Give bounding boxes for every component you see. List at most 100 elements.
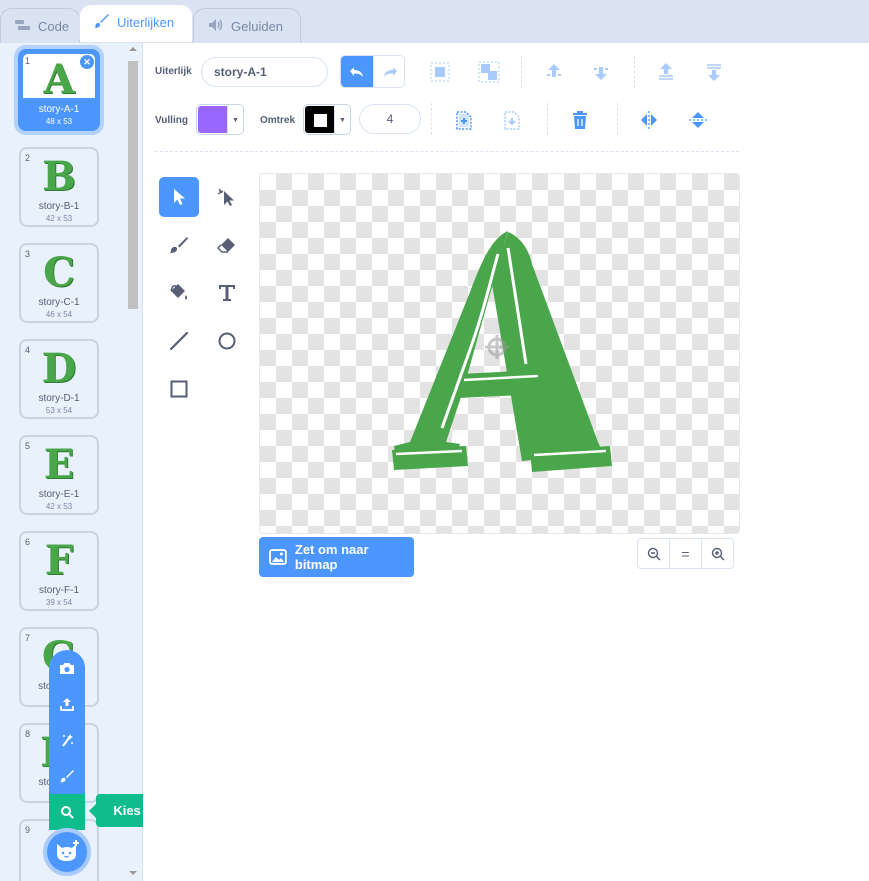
costume-glyph: F xyxy=(44,537,74,584)
tab-sounds[interactable]: Geluiden xyxy=(193,8,301,44)
zoom-out-button[interactable] xyxy=(637,538,670,569)
cat-icon xyxy=(57,840,79,861)
costume-name: story-D-1 xyxy=(38,393,80,404)
chevron-down-icon: ▼ xyxy=(227,105,243,134)
select-tool[interactable] xyxy=(159,177,199,217)
line-tool[interactable] xyxy=(159,321,199,361)
costume-name: story-F-1 xyxy=(39,585,79,596)
zoom-out-icon xyxy=(647,547,660,560)
fill-label: Vulling xyxy=(155,115,188,126)
surprise-icon[interactable] xyxy=(49,722,85,758)
chevron-down-icon: ▼ xyxy=(334,105,350,134)
costume-name: story-C-1 xyxy=(38,297,80,308)
text-icon xyxy=(219,285,235,301)
costume-item[interactable]: 2 B story-B-1 42 x 53 xyxy=(19,147,99,227)
editor-tabs: Code Uiterlijken Geluiden xyxy=(0,0,869,44)
arrow-icon xyxy=(174,189,185,205)
brush-icon xyxy=(94,13,110,32)
fill-color-swatch xyxy=(198,106,228,133)
costume-name: story-A-1 xyxy=(38,104,80,115)
code-icon xyxy=(15,19,31,34)
zoom-reset-button[interactable]: = xyxy=(669,538,702,569)
costume-size: 39 x 54 xyxy=(45,598,73,607)
fill-color-picker[interactable]: ▼ xyxy=(196,104,244,135)
paint-canvas[interactable] xyxy=(259,173,740,534)
costume-number: 9 xyxy=(25,825,31,835)
costume-glyph: D xyxy=(41,345,77,392)
flip-vertical-icon[interactable] xyxy=(684,106,712,134)
scroll-up-arrow[interactable] xyxy=(129,47,137,51)
ungroup-icon[interactable] xyxy=(475,58,503,86)
convert-to-bitmap-button[interactable]: Zet om naar bitmap xyxy=(259,537,414,577)
paint-bucket-icon xyxy=(170,284,187,300)
scroll-down-arrow[interactable] xyxy=(129,871,137,875)
costume-size: 42 x 53 xyxy=(45,502,73,511)
toolbar-divider xyxy=(155,151,739,152)
letter-a-costume xyxy=(392,231,612,472)
line-icon xyxy=(169,331,189,351)
convert-to-bitmap-label: Zet om naar bitmap xyxy=(294,542,369,572)
outline-label: Omtrek xyxy=(260,115,296,126)
undo-icon xyxy=(350,67,363,77)
costume-size: 53 x 54 xyxy=(45,406,73,415)
zoom-reset-label: = xyxy=(681,545,690,562)
eraser-icon xyxy=(217,238,235,253)
costume-name-input[interactable]: story-A-1 xyxy=(201,57,328,87)
flip-horizontal-icon[interactable] xyxy=(635,106,663,134)
fill-tool[interactable] xyxy=(159,273,199,313)
costume-item[interactable]: 3 C story-C-1 46 x 54 xyxy=(19,243,99,323)
camera-icon[interactable] xyxy=(49,650,85,686)
circle-tool[interactable] xyxy=(207,321,247,361)
tab-costumes[interactable]: Uiterlijken xyxy=(79,4,193,42)
add-costume-button[interactable] xyxy=(43,828,91,876)
trash-icon[interactable] xyxy=(566,106,594,134)
scrollbar-thumb[interactable] xyxy=(128,61,138,309)
costume-item[interactable]: 1 ✕ A story-A-1 48 x 53 xyxy=(18,49,100,131)
zoom-in-button[interactable] xyxy=(701,538,734,569)
tab-costumes-label: Uiterlijken xyxy=(117,15,175,30)
costume-glyph: C xyxy=(43,249,75,296)
upload-icon[interactable] xyxy=(49,686,85,722)
rectangle-icon xyxy=(170,380,188,398)
undo-button[interactable] xyxy=(341,56,373,87)
brush-tool[interactable] xyxy=(159,225,199,265)
front-icon[interactable] xyxy=(652,58,680,86)
costume-size: 48 x 53 xyxy=(45,117,73,126)
paint-icon[interactable] xyxy=(49,758,85,794)
eraser-tool[interactable] xyxy=(207,225,247,265)
text-tool[interactable] xyxy=(207,273,247,313)
outline-color-picker[interactable]: ▼ xyxy=(303,104,351,135)
costume-name-label: Uiterlijk xyxy=(155,66,192,77)
paste-icon[interactable] xyxy=(498,106,526,134)
paint-editor: Uiterlijk story-A-1 Vulling ▼ Omtrek ▼ 4 xyxy=(143,43,869,881)
costume-name: story-E-1 xyxy=(38,489,80,500)
costume-item[interactable]: 5 E story-E-1 42 x 53 xyxy=(19,435,99,515)
add-costume-menu xyxy=(49,650,85,830)
copy-icon[interactable] xyxy=(450,106,478,134)
rectangle-tool[interactable] xyxy=(159,369,199,409)
backward-icon[interactable] xyxy=(587,58,615,86)
reshape-icon xyxy=(217,188,234,206)
stroke-width-input[interactable]: 4 xyxy=(359,104,421,134)
undo-redo-group xyxy=(340,55,405,88)
brush-icon xyxy=(170,237,188,253)
costume-item[interactable]: 6 F story-F-1 39 x 54 xyxy=(19,531,99,611)
costume-size: 46 x 54 xyxy=(45,310,73,319)
costume-name: story-B-1 xyxy=(38,201,80,212)
image-icon xyxy=(269,549,287,565)
forward-icon[interactable] xyxy=(540,58,568,86)
circle-icon xyxy=(218,332,236,350)
outline-color-swatch xyxy=(305,106,335,133)
tab-code[interactable]: Code xyxy=(0,8,80,44)
costume-glyph: B xyxy=(42,153,76,200)
reshape-tool[interactable] xyxy=(207,177,247,217)
costume-size: 42 x 53 xyxy=(45,214,73,223)
back-icon[interactable] xyxy=(700,58,728,86)
group-icon[interactable] xyxy=(426,58,454,86)
search-icon[interactable] xyxy=(49,794,85,830)
costume-item[interactable]: 4 D story-D-1 53 x 54 xyxy=(19,339,99,419)
zoom-in-icon xyxy=(711,547,724,560)
tab-code-label: Code xyxy=(38,19,70,34)
costume-glyph: A xyxy=(43,56,75,103)
redo-button[interactable] xyxy=(373,56,404,87)
